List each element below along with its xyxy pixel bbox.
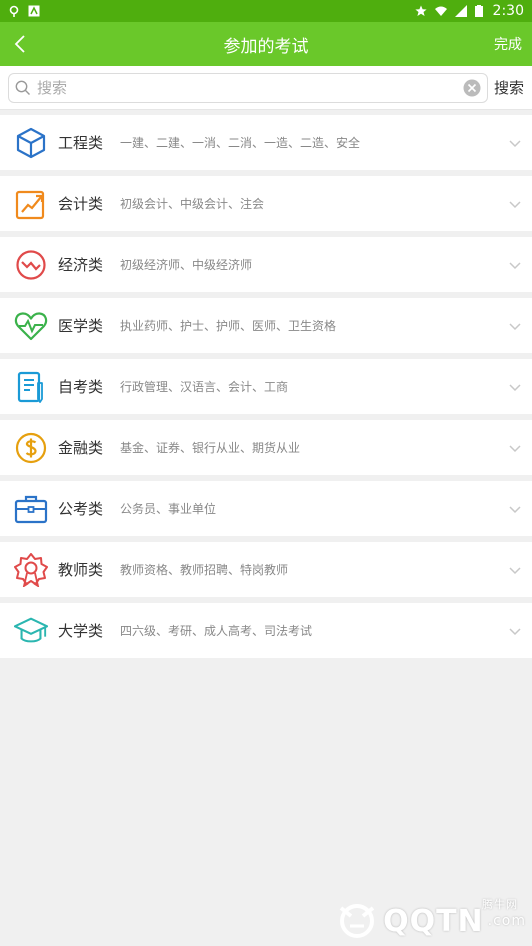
- category-desc: 初级会计、中级会计、注会: [120, 197, 265, 211]
- category-name: 会计类: [58, 195, 104, 213]
- category-civil-service[interactable]: 公考类 公务员、事业单位: [0, 481, 532, 536]
- search-bar: 搜索: [0, 66, 532, 110]
- category-medical[interactable]: 医学类 执业药师、护士、护师、医师、卫生资格: [0, 298, 532, 353]
- status-bar: 2:30: [0, 0, 532, 22]
- category-teacher[interactable]: 教师类 教师资格、教师招聘、特岗教师: [0, 542, 532, 597]
- watermark: QQTN .com 腾牛网: [335, 898, 526, 940]
- category-engineering[interactable]: 工程类 一建、二建、一消、二消、一造、二造、安全: [0, 115, 532, 170]
- growth-chart-icon: [14, 187, 48, 221]
- app-notification-icon: [28, 5, 40, 17]
- dollar-coin-icon: [14, 431, 48, 465]
- category-name: 医学类: [58, 317, 104, 335]
- chevron-left-icon: [14, 35, 25, 53]
- page-title: 参加的考试: [223, 36, 309, 57]
- qqtn-logo-icon: [339, 904, 375, 938]
- watermark-suffix: .com: [487, 913, 526, 929]
- category-desc: 基金、证券、银行从业、期货从业: [120, 441, 301, 455]
- heartbeat-icon: [14, 309, 48, 343]
- clock: 2:30: [492, 3, 524, 19]
- category-name: 金融类: [58, 439, 104, 457]
- app-bar: 参加的考试 完成: [0, 22, 532, 66]
- category-name: 教师类: [58, 561, 104, 579]
- chevron-down-icon: [509, 322, 521, 330]
- category-name: 自考类: [58, 378, 104, 396]
- chevron-down-icon: [509, 505, 521, 513]
- search-icon: [15, 80, 30, 95]
- graduation-cap-icon: [14, 614, 48, 648]
- notebook-icon: [14, 370, 48, 404]
- search-button[interactable]: 搜索: [494, 77, 524, 98]
- back-button[interactable]: [8, 32, 32, 56]
- battery-icon: [474, 5, 483, 17]
- clear-icon[interactable]: [463, 79, 481, 97]
- trend-circle-icon: [14, 248, 48, 282]
- category-name: 大学类: [58, 622, 104, 640]
- chevron-down-icon: [509, 444, 521, 452]
- chevron-down-icon: [509, 383, 521, 391]
- category-self-study[interactable]: 自考类 行政管理、汉语言、会计、工商: [0, 359, 532, 414]
- category-desc: 执业药师、护士、护师、医师、卫生资格: [120, 319, 337, 333]
- category-name: 工程类: [58, 134, 104, 152]
- watermark-brand: QQTN: [383, 903, 484, 939]
- category-desc: 公务员、事业单位: [120, 502, 217, 516]
- signal-icon: [454, 5, 467, 17]
- done-button[interactable]: 完成: [494, 34, 522, 54]
- briefcase-icon: [14, 492, 48, 526]
- cube-icon: [14, 126, 48, 160]
- watermark-site: 腾牛网: [482, 898, 518, 911]
- category-desc: 初级经济师、中级经济师: [120, 258, 253, 272]
- category-name: 公考类: [58, 500, 104, 518]
- category-finance[interactable]: 金融类 基金、证券、银行从业、期货从业: [0, 420, 532, 475]
- category-desc: 一建、二建、一消、二消、一造、二造、安全: [120, 136, 361, 150]
- chevron-down-icon: [509, 261, 521, 269]
- category-desc: 行政管理、汉语言、会计、工商: [120, 380, 289, 394]
- chevron-down-icon: [509, 566, 521, 574]
- category-economics[interactable]: 经济类 初级经济师、中级经济师: [0, 237, 532, 292]
- search-input[interactable]: [37, 78, 463, 97]
- chevron-down-icon: [509, 139, 521, 147]
- wifi-icon: [434, 6, 447, 16]
- category-name: 经济类: [58, 256, 104, 274]
- category-list: 工程类 一建、二建、一消、二消、一造、二造、安全 会计类 初级会计、中级会计、注…: [0, 110, 532, 658]
- category-desc: 教师资格、教师招聘、特岗教师: [120, 563, 289, 577]
- search-box: [8, 72, 488, 103]
- category-university[interactable]: 大学类 四六级、考研、成人高考、司法考试: [0, 603, 532, 658]
- category-accounting[interactable]: 会计类 初级会计、中级会计、注会: [0, 176, 532, 231]
- category-desc: 四六级、考研、成人高考、司法考试: [120, 624, 313, 638]
- chevron-down-icon: [509, 627, 521, 635]
- location-icon: [9, 5, 19, 17]
- star-icon: [414, 5, 427, 16]
- award-badge-icon: [14, 552, 48, 587]
- chevron-down-icon: [509, 200, 521, 208]
